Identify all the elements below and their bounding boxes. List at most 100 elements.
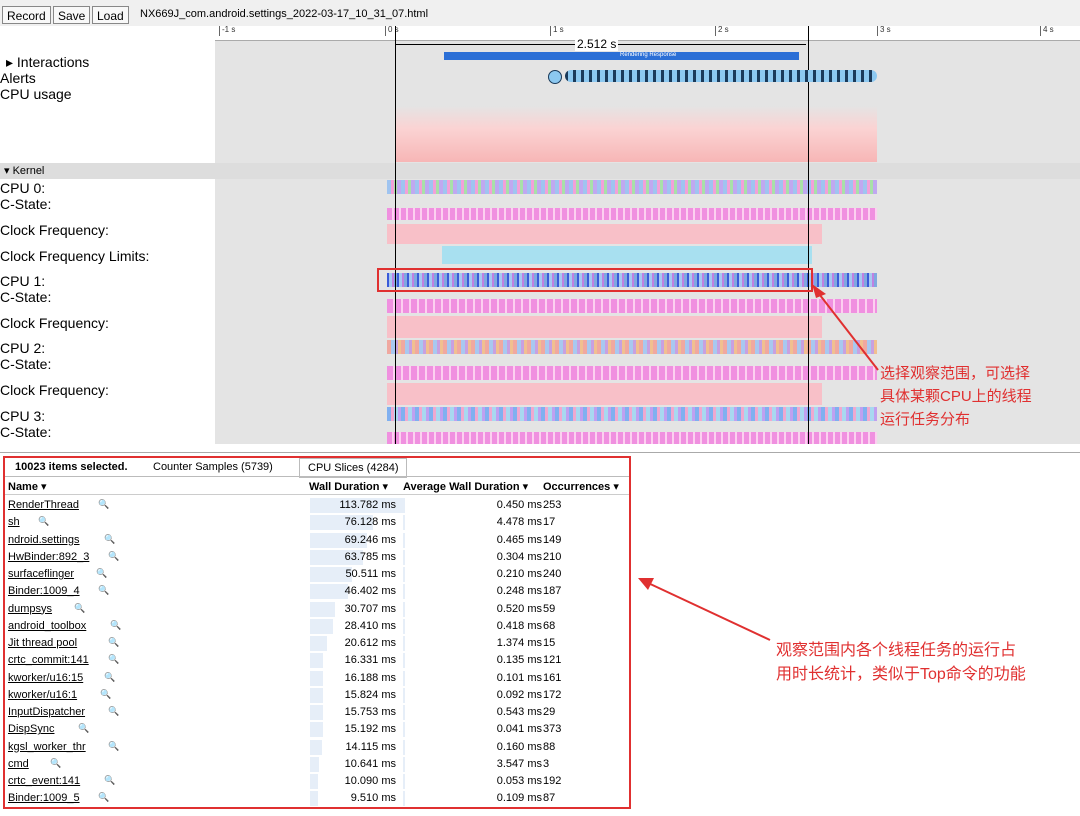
occurrences: 15 — [543, 637, 556, 649]
thread-name-link[interactable]: DispSync — [8, 723, 54, 735]
magnifier-icon[interactable]: 🔍 — [108, 706, 119, 717]
magnifier-icon[interactable]: 🔍 — [98, 585, 109, 596]
magnifier-icon[interactable]: 🔍 — [108, 551, 119, 562]
thread-name-link[interactable]: kworker/u16:15 — [8, 672, 83, 684]
magnifier-icon[interactable]: 🔍 — [38, 516, 49, 527]
thread-name-link[interactable]: surfaceflinger — [8, 568, 74, 580]
occurrences: 187 — [543, 585, 562, 598]
magnifier-icon[interactable]: 🔍 — [108, 741, 119, 752]
occurrences: 192 — [543, 775, 562, 787]
magnifier-icon[interactable]: 🔍 — [50, 758, 61, 769]
table-row[interactable]: crtc_event:141 🔍 10.090 ms 0.053 ms 192 — [8, 773, 628, 790]
alert-markers-cluster[interactable] — [565, 70, 877, 82]
table-row[interactable]: HwBinder:892_3 🔍 63.785 ms 0.304 ms 210 — [8, 549, 628, 566]
magnifier-icon[interactable]: 🔍 — [78, 723, 89, 734]
table-row[interactable]: Binder:1009_5 🔍 9.510 ms 0.109 ms 87 — [8, 790, 628, 807]
thread-name-link[interactable]: Jit thread pool — [8, 637, 77, 649]
magnifier-icon[interactable]: 🔍 — [100, 689, 111, 700]
magnifier-icon[interactable]: 🔍 — [110, 620, 121, 631]
table-row[interactable]: Jit thread pool 🔍 20.612 ms 1.374 ms 15 — [8, 635, 628, 652]
avg-duration-bar — [403, 498, 405, 513]
avg-wall-duration: 0.160 ms — [496, 740, 542, 753]
avg-wall-duration: 0.543 ms — [496, 706, 542, 718]
thread-name-link[interactable]: kworker/u16:1 — [8, 689, 77, 701]
thread-name-link[interactable]: Binder:1009_4 — [8, 585, 80, 597]
table-row[interactable]: kgsl_worker_thr 🔍 14.115 ms 0.160 ms 88 — [8, 739, 628, 756]
ruler-tick: -1 s — [219, 26, 235, 36]
header-divider — [5, 494, 629, 495]
magnifier-icon[interactable]: 🔍 — [96, 568, 107, 579]
kernel-group-label[interactable]: ▾ Kernel — [4, 164, 44, 177]
clock2-label: Clock Frequency: — [0, 382, 109, 398]
avg-duration-bar — [403, 739, 405, 755]
magnifier-icon[interactable]: 🔍 — [108, 654, 119, 665]
thread-name-link[interactable]: dumpsys — [8, 603, 52, 615]
clock1-label: Clock Frequency: — [0, 315, 109, 331]
avg-wall-duration: 0.465 ms — [496, 533, 542, 546]
table-row[interactable]: DispSync 🔍 15.192 ms 0.041 ms 373 — [8, 721, 628, 738]
thread-name-link[interactable]: sh — [8, 516, 20, 528]
occurrences: 172 — [543, 688, 562, 701]
table-row[interactable]: kworker/u16:15 🔍 16.188 ms 0.101 ms 161 — [8, 670, 628, 687]
thread-name-link[interactable]: InputDispatcher — [8, 706, 85, 718]
thread-name-link[interactable]: kgsl_worker_thr — [8, 741, 86, 753]
sort-arrow-icon: ▾ — [522, 481, 529, 493]
thread-name-link[interactable]: crtc_event:141 — [8, 775, 80, 787]
selection-range[interactable] — [395, 26, 809, 444]
occurrences: 240 — [543, 568, 562, 580]
table-row[interactable]: Binder:1009_4 🔍 46.402 ms 0.248 ms 187 — [8, 583, 628, 600]
sort-arrow-icon: ▾ — [41, 481, 47, 493]
record-button[interactable]: Record — [2, 6, 51, 24]
magnifier-icon[interactable]: 🔍 — [108, 637, 119, 648]
avg-wall-duration: 0.210 ms — [496, 568, 542, 580]
magnifier-icon[interactable]: 🔍 — [98, 792, 109, 803]
table-row[interactable]: ndroid.settings 🔍 69.246 ms 0.465 ms 149 — [8, 532, 628, 549]
table-row[interactable]: dumpsys 🔍 30.707 ms 0.520 ms 59 — [8, 601, 628, 618]
arrow-icon — [812, 284, 879, 371]
occurrences: 29 — [543, 706, 556, 718]
thread-name-link[interactable]: Binder:1009_5 — [8, 792, 80, 804]
magnifier-icon[interactable]: 🔍 — [74, 603, 85, 614]
thread-name-link[interactable]: crtc_commit:141 — [8, 654, 89, 666]
arrow-icon — [638, 578, 771, 641]
wall-duration: 28.410 ms — [344, 619, 396, 632]
magnifier-icon[interactable]: 🔍 — [104, 775, 115, 786]
wall-duration: 46.402 ms — [344, 585, 396, 598]
avg-wall-duration: 0.418 ms — [496, 619, 542, 632]
tab-cpu-slices[interactable]: CPU Slices (4284) — [299, 458, 408, 478]
tab-counter-samples[interactable]: Counter Samples (5739) — [145, 458, 281, 476]
avg-wall-duration: 0.520 ms — [496, 602, 542, 615]
table-row[interactable]: crtc_commit:141 🔍 16.331 ms 0.135 ms 121 — [8, 652, 628, 669]
table-row[interactable]: surfaceflinger 🔍 50.511 ms 0.210 ms 240 — [8, 566, 628, 583]
magnifier-icon[interactable]: 🔍 — [98, 499, 109, 510]
col-wall-header[interactable]: Wall Duration ▾ — [309, 480, 388, 493]
col-name-header[interactable]: Name ▾ — [8, 480, 47, 493]
table-row[interactable]: kworker/u16:1 🔍 15.824 ms 0.092 ms 172 — [8, 687, 628, 704]
table-row[interactable]: InputDispatcher 🔍 15.753 ms 0.543 ms 29 — [8, 704, 628, 721]
alert-marker[interactable] — [548, 70, 562, 84]
col-occ-header[interactable]: Occurrences ▾ — [543, 480, 619, 493]
table-row[interactable]: RenderThread 🔍 113.782 ms 0.450 ms 253 — [8, 497, 628, 514]
table-row[interactable]: cmd 🔍 10.641 ms 3.547 ms 3 — [8, 756, 628, 773]
occurrences: 149 — [543, 533, 562, 546]
save-button[interactable]: Save — [53, 6, 91, 24]
table-row[interactable]: android_toolbox 🔍 28.410 ms 0.418 ms 68 — [8, 618, 628, 635]
cstate0-label: C-State: — [0, 196, 52, 212]
interactions-track-label[interactable]: ▸ Interactions — [6, 54, 89, 71]
clocklimits0-label: Clock Frequency Limits: — [0, 248, 150, 264]
wall-duration: 16.331 ms — [344, 654, 396, 667]
table-row[interactable]: sh 🔍 76.128 ms 4.478 ms 17 — [8, 514, 628, 531]
thread-name-link[interactable]: cmd — [8, 758, 29, 770]
avg-duration-bar — [403, 567, 405, 582]
thread-name-link[interactable]: RenderThread — [8, 499, 79, 511]
thread-name-link[interactable]: HwBinder:892_3 — [8, 551, 89, 563]
avg-wall-duration: 0.041 ms — [496, 723, 542, 736]
sort-arrow-icon: ▾ — [613, 481, 619, 493]
magnifier-icon[interactable]: 🔍 — [104, 672, 115, 683]
load-button[interactable]: Load — [92, 6, 129, 24]
thread-name-link[interactable]: android_toolbox — [8, 620, 86, 632]
thread-name-link[interactable]: ndroid.settings — [8, 534, 80, 546]
cpu1-highlight-box — [377, 268, 813, 292]
col-avg-header[interactable]: Average Wall Duration ▾ — [403, 480, 528, 493]
magnifier-icon[interactable]: 🔍 — [104, 534, 115, 545]
